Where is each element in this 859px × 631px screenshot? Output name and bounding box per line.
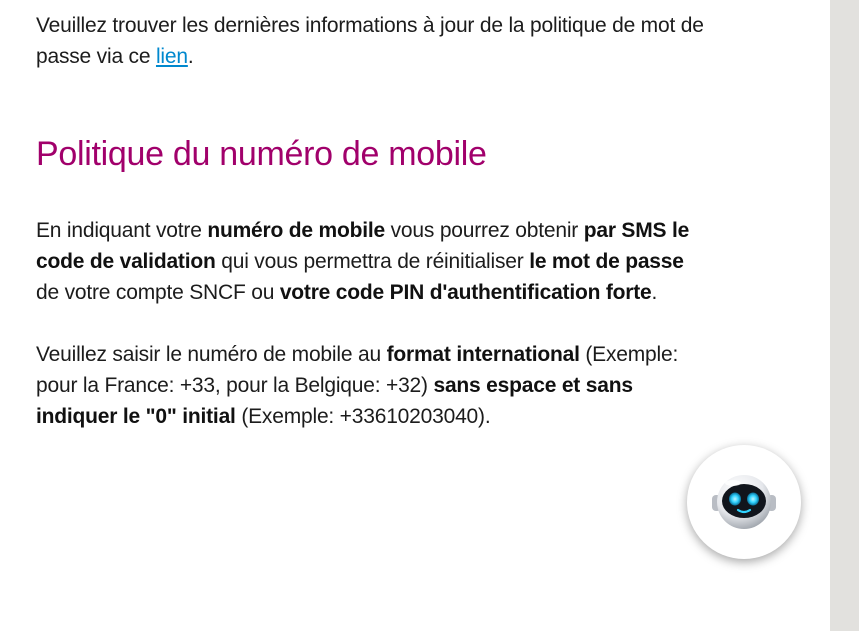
intro-text: Veuillez trouver les dernières informati… — [36, 14, 704, 68]
bold-text: votre code PIN d'authentification forte — [279, 281, 652, 304]
robot-icon — [712, 475, 776, 529]
bold-text: numéro de mobile — [207, 219, 385, 242]
mobile-format-paragraph: Veuillez saisir le numéro de mobile au f… — [36, 339, 706, 432]
intro-text-end: . — [187, 45, 194, 68]
text-span: qui vous permettra de réinitialiser — [215, 250, 530, 273]
text-span: En indiquant votre — [36, 219, 208, 242]
mobile-policy-paragraph: En indiquant votre numéro de mobile vous… — [36, 215, 706, 308]
text-span: de votre compte SNCF ou — [36, 281, 280, 304]
text-span: vous pourrez obtenir — [385, 219, 584, 242]
password-policy-link[interactable]: lien — [156, 45, 188, 68]
bold-text: format international — [386, 343, 580, 366]
chatbot-button[interactable] — [687, 445, 801, 559]
password-policy-intro: Veuillez trouver les dernières informati… — [36, 10, 706, 72]
text-span: . — [651, 281, 658, 304]
scrollbar[interactable] — [830, 0, 859, 631]
bold-text: le mot de passe — [529, 250, 684, 273]
text-span: Veuillez saisir le numéro de mobile au — [36, 343, 387, 366]
page: Veuillez trouver les dernières informati… — [0, 0, 859, 631]
text-span: (Exemple: +33610203040). — [235, 405, 491, 428]
main-content: Veuillez trouver les dernières informati… — [36, 10, 706, 432]
section-title: Politique du numéro de mobile — [36, 135, 487, 173]
